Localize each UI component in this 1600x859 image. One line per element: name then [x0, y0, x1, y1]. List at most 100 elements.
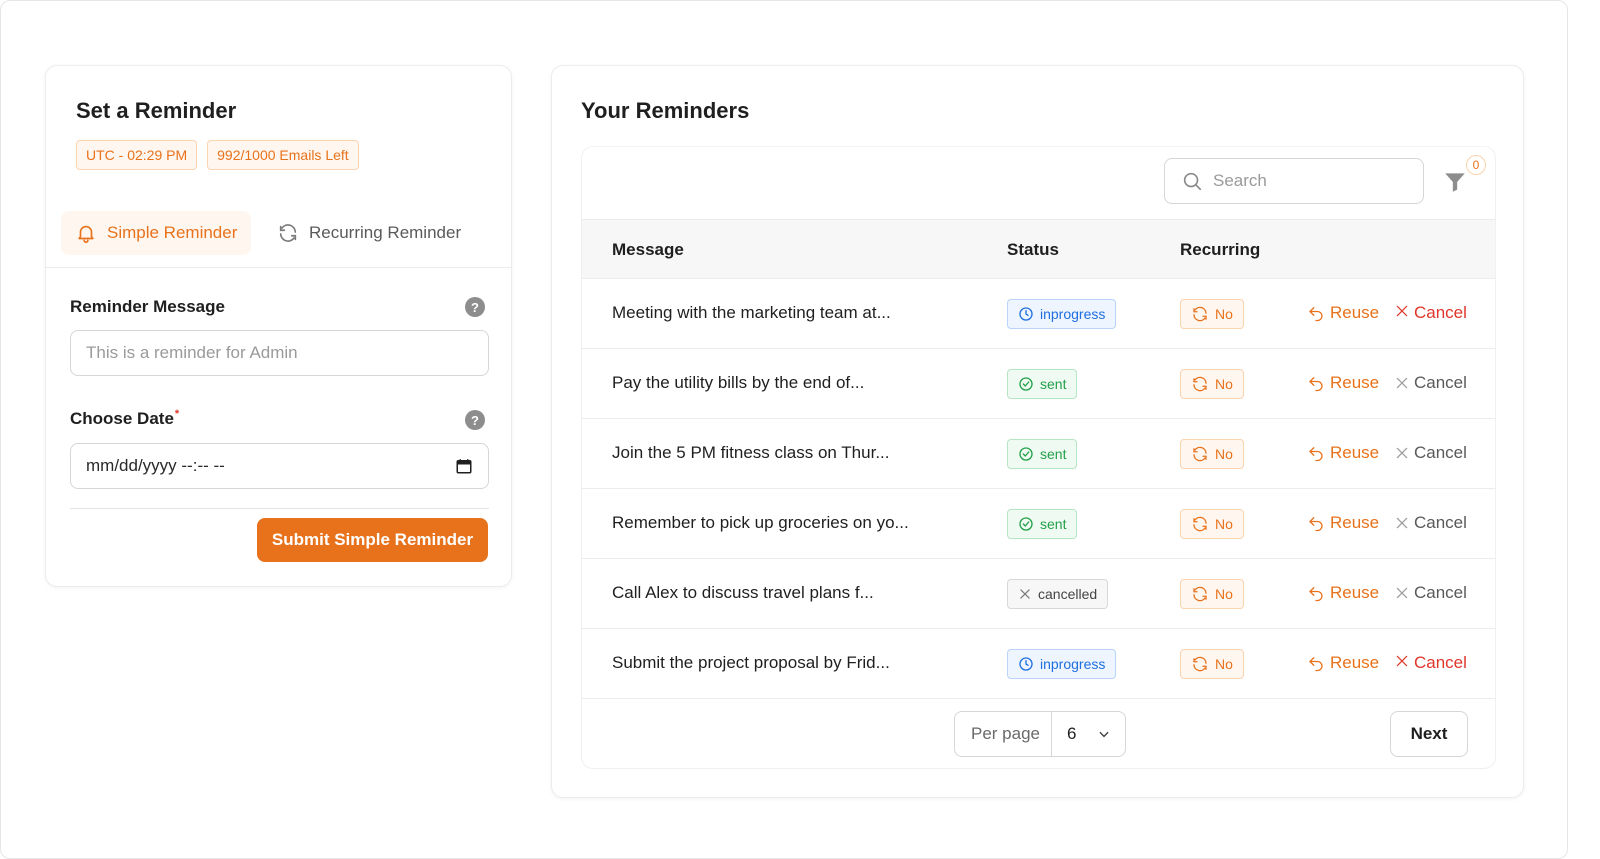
recurring-badge: No: [1180, 439, 1244, 469]
status-badge: inprogress: [1007, 649, 1117, 679]
table-row: Join the 5 PM fitness class on Thur... se…: [582, 419, 1495, 489]
recurring-text: No: [1215, 446, 1233, 462]
tab-simple-reminder-label: Simple Reminder: [107, 223, 238, 242]
reminders-table: Search 0 Message Status Recurring Meetin…: [581, 146, 1496, 769]
utc-time-tag: UTC - 02:29 PM: [76, 140, 198, 170]
status-badge: sent: [1007, 369, 1078, 399]
per-page-label: Per page: [955, 712, 1052, 756]
date-help-icon[interactable]: ?: [465, 410, 485, 430]
filter-count-badge: 0: [1466, 155, 1486, 175]
table-row: Meeting with the marketing team at... inp…: [582, 279, 1495, 349]
per-page-value[interactable]: 6: [1052, 724, 1125, 744]
cancel-button[interactable]: Cancel: [1395, 443, 1467, 463]
cancel-button[interactable]: Cancel: [1395, 653, 1467, 673]
x-icon: [1020, 589, 1030, 599]
per-page-selector[interactable]: Per page 6: [954, 711, 1126, 757]
check-circle-icon: [1019, 377, 1033, 391]
reuse-button[interactable]: Reuse: [1307, 443, 1379, 463]
status-text: sent: [1040, 446, 1067, 462]
table-row: Submit the project proposal by Frid... in…: [582, 629, 1495, 699]
recurring-badge: No: [1180, 509, 1244, 539]
column-header-recurring: Recurring: [1180, 240, 1261, 259]
recurring-text: No: [1215, 656, 1233, 672]
submit-simple-reminder-button[interactable]: Submit Simple Reminder: [257, 518, 488, 562]
recurring-text: No: [1215, 376, 1233, 392]
status-text: inprogress: [1040, 656, 1106, 672]
check-circle-icon: [1019, 517, 1033, 531]
status-badge: inprogress: [1007, 299, 1117, 329]
reuse-button[interactable]: Reuse: [1307, 653, 1379, 673]
refresh-icon: [1193, 656, 1207, 672]
refresh-icon: [1193, 306, 1207, 322]
filter-icon[interactable]: [1442, 169, 1468, 195]
cancel-label: Cancel: [1414, 583, 1467, 602]
refresh-icon: [1193, 376, 1207, 392]
clock-icon: [1019, 657, 1033, 671]
close-icon: [1396, 377, 1408, 389]
reminder-message-input[interactable]: This is a reminder for Admin: [70, 330, 489, 376]
search-input[interactable]: Search: [1164, 158, 1424, 204]
reuse-label: Reuse: [1330, 443, 1380, 462]
reminder-message-cell: Pay the utility bills by the end of...: [612, 373, 865, 392]
cancel-label: Cancel: [1414, 443, 1467, 462]
cancel-label: Cancel: [1414, 653, 1467, 672]
search-icon: [1183, 172, 1202, 191]
message-help-icon[interactable]: ?: [465, 297, 485, 317]
cancel-button[interactable]: Cancel: [1395, 513, 1467, 533]
calendar-icon[interactable]: [455, 457, 473, 475]
recurring-badge: No: [1180, 369, 1244, 399]
close-icon: [1396, 587, 1408, 599]
required-mark: *: [174, 408, 180, 420]
reuse-button[interactable]: Reuse: [1307, 583, 1379, 603]
recurring-text: No: [1215, 516, 1233, 532]
set-reminder-card: Set a Reminder UTC - 02:29 PM 992/1000 E…: [45, 65, 512, 587]
date-time-input[interactable]: mm/dd/yyyy --:-- --: [70, 443, 489, 489]
search-placeholder: Search: [1213, 171, 1267, 190]
status-badge: sent: [1007, 509, 1078, 539]
table-row: Call Alex to discuss travel plans f... ca…: [582, 559, 1495, 629]
cancel-button[interactable]: Cancel: [1395, 303, 1467, 323]
reuse-button[interactable]: Reuse: [1307, 513, 1379, 533]
tab-recurring-reminder-label: Recurring Reminder: [309, 223, 462, 242]
close-icon: [1396, 305, 1408, 317]
refresh-icon: [1193, 516, 1207, 532]
emails-left-tag: 992/1000 Emails Left: [207, 140, 359, 170]
column-header-message: Message: [612, 240, 684, 259]
reuse-label: Reuse: [1330, 373, 1380, 392]
reuse-icon: [1309, 657, 1323, 672]
reuse-button[interactable]: Reuse: [1307, 303, 1379, 323]
reminder-message-cell: Meeting with the marketing team at...: [612, 303, 891, 322]
reminder-message-cell: Call Alex to discuss travel plans f...: [612, 583, 874, 602]
clock-icon: [1019, 307, 1033, 321]
reminder-message-cell: Submit the project proposal by Frid...: [612, 653, 890, 672]
refresh-icon: [1193, 586, 1207, 602]
reuse-button[interactable]: Reuse: [1307, 373, 1379, 393]
cancel-button[interactable]: Cancel: [1395, 373, 1467, 393]
cancel-label: Cancel: [1414, 373, 1467, 392]
per-page-number: 6: [1067, 724, 1077, 743]
reuse-icon: [1309, 377, 1323, 392]
refresh-icon: [1193, 446, 1207, 462]
info-tags: UTC - 02:29 PM 992/1000 Emails Left: [76, 140, 359, 170]
set-reminder-title: Set a Reminder: [76, 98, 237, 123]
tab-recurring-reminder[interactable]: Recurring Reminder: [263, 211, 475, 255]
reminder-type-tabs: Simple Reminder Recurring Reminder: [46, 210, 511, 268]
close-icon: [1396, 447, 1408, 459]
reuse-icon: [1309, 307, 1323, 322]
reuse-label: Reuse: [1330, 583, 1380, 602]
table-row: Pay the utility bills by the end of... se…: [582, 349, 1495, 419]
refresh-icon: [279, 224, 297, 242]
tab-simple-reminder[interactable]: Simple Reminder: [61, 211, 252, 255]
reminder-message-cell: Join the 5 PM fitness class on Thur...: [612, 443, 890, 462]
reuse-label: Reuse: [1330, 303, 1380, 322]
reuse-label: Reuse: [1330, 653, 1380, 672]
recurring-badge: No: [1180, 299, 1244, 329]
status-text: sent: [1040, 376, 1067, 392]
cancel-button[interactable]: Cancel: [1395, 583, 1467, 603]
next-page-button[interactable]: Next: [1390, 711, 1468, 757]
recurring-badge: No: [1180, 649, 1244, 679]
form-divider: [70, 508, 489, 509]
check-circle-icon: [1019, 447, 1033, 461]
reminder-message-label: Reminder Message: [70, 297, 225, 316]
table-header: Message Status Recurring: [582, 219, 1495, 279]
